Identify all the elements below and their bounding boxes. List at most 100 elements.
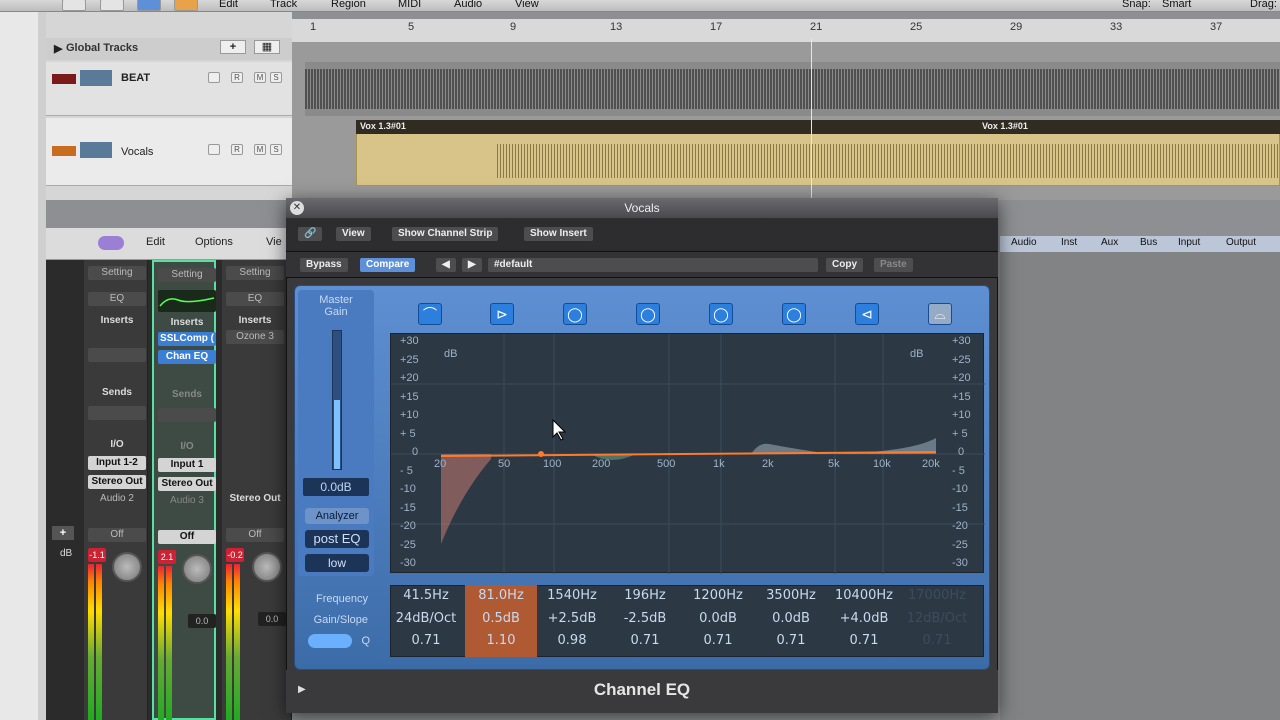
band-q[interactable]: 0.71 <box>682 633 754 648</box>
input-button[interactable]: Input 1 <box>158 458 216 472</box>
lowcut-icon[interactable]: ⌒ <box>418 303 442 325</box>
show-insert-menu[interactable]: Show Insert <box>524 227 593 241</box>
menu-audio[interactable]: Audio <box>454 0 482 10</box>
track-vocals[interactable]: Vocals R M S <box>46 118 292 186</box>
band-q[interactable]: 0.71 <box>609 633 681 648</box>
band-q[interactable]: 0.71 <box>390 633 462 648</box>
eq-button[interactable]: EQ <box>88 292 146 306</box>
pan-knob[interactable] <box>182 554 212 584</box>
preset-menu[interactable]: #default <box>488 258 818 272</box>
bell-icon[interactable]: ◯ <box>563 303 587 325</box>
menu-region[interactable]: Region <box>331 0 366 10</box>
close-icon[interactable]: ✕ <box>290 201 304 215</box>
show-channel-strip-menu[interactable]: Show Channel Strip <box>392 227 499 241</box>
global-tracks-row[interactable]: ▶ Global Tracks + ▦ <box>46 38 292 60</box>
band-gain[interactable]: -2.5dB <box>609 611 681 626</box>
volume-readout[interactable]: 0.0 <box>188 614 216 628</box>
disclosure-triangle-icon[interactable]: ▶ <box>54 42 62 55</box>
snap-select[interactable]: Smart <box>1162 0 1191 10</box>
band-8-params[interactable]: 17000Hz 12dB/Oct 0.71 <box>901 585 981 657</box>
band-frequency[interactable]: 17000Hz <box>901 588 973 603</box>
record-enable-icon[interactable] <box>52 146 76 156</box>
insert-slot-channel-eq[interactable]: Chan EQ <box>158 350 216 364</box>
band-q[interactable]: 1.10 <box>465 633 537 648</box>
bell-icon[interactable]: ◯ <box>709 303 733 325</box>
filter-output[interactable]: Output <box>1226 237 1256 248</box>
automation-mode[interactable]: Off <box>158 530 216 544</box>
link-button[interactable] <box>100 0 124 11</box>
power-button[interactable] <box>208 72 220 83</box>
bell-icon[interactable]: ◯ <box>782 303 806 325</box>
filter-input[interactable]: Input <box>1178 237 1200 248</box>
eq-thumbnail[interactable] <box>158 290 216 312</box>
loop-button[interactable] <box>174 0 198 11</box>
channel-strip-audio2[interactable]: Setting EQ Inserts Sends I/O Input 1-2 S… <box>84 260 148 720</box>
filter-inst[interactable]: Inst <box>1061 237 1077 248</box>
band-frequency[interactable]: 196Hz <box>609 588 681 603</box>
record-enable-icon[interactable] <box>52 74 76 84</box>
band-q[interactable]: 0.98 <box>536 633 608 648</box>
mute-button[interactable]: M <box>254 72 266 83</box>
menu-midi[interactable]: MIDI <box>398 0 421 10</box>
highshelf-icon[interactable]: ⊲ <box>855 303 879 325</box>
bar-ruler[interactable]: 1 5 9 13 17 21 25 29 33 37 <box>292 19 1280 43</box>
previous-preset-icon[interactable]: ◀ <box>436 258 456 272</box>
master-gain-value[interactable]: 0.0dB <box>303 478 369 496</box>
band-q[interactable]: 0.71 <box>901 633 973 648</box>
insert-slot[interactable] <box>88 348 146 362</box>
solo-button[interactable]: S <box>270 144 282 155</box>
track-beat[interactable]: BEAT R M S <box>46 62 292 116</box>
band-gain[interactable]: 24dB/Oct <box>390 611 462 626</box>
automation-mode[interactable]: Off <box>88 528 146 542</box>
playhead[interactable] <box>811 38 812 198</box>
eq-graph[interactable] <box>390 333 985 574</box>
mixer-menu-options[interactable]: Options <box>195 236 233 248</box>
band-3-params[interactable]: 1540Hz +2.5dB 0.98 <box>536 585 608 657</box>
bypass-button[interactable]: Bypass <box>300 258 348 272</box>
output-button[interactable]: Stereo Out <box>88 475 146 489</box>
mute-button[interactable]: M <box>254 144 266 155</box>
vox-region-header[interactable]: Vox 1.3#01 Vox 1.3#01 <box>356 120 1280 134</box>
link-button[interactable] <box>98 236 124 250</box>
channel-strip-audio3[interactable]: Setting Inserts SSLComp ( Chan EQ Sends … <box>152 260 216 720</box>
band-gain[interactable]: 0.0dB <box>755 611 827 626</box>
input-button[interactable]: Input 1-2 <box>88 456 146 470</box>
analyzer-button[interactable]: Analyzer <box>305 508 369 524</box>
record-button[interactable]: R <box>231 72 243 83</box>
band-gain[interactable]: +4.0dB <box>828 611 900 626</box>
setting-button[interactable]: Setting <box>226 266 284 280</box>
band-4-params[interactable]: 196Hz -2.5dB 0.71 <box>609 585 681 657</box>
track-name[interactable]: BEAT <box>121 72 150 84</box>
channel-strip-stereo-out[interactable]: Setting EQ Inserts Ozone 3 Stereo Out Of… <box>222 260 292 720</box>
menu-view[interactable]: View <box>515 0 539 10</box>
copy-button[interactable]: Copy <box>826 258 863 272</box>
add-strip-button[interactable]: + <box>52 526 74 540</box>
menu-edit[interactable]: Edit <box>219 0 238 10</box>
band-7-params[interactable]: 10400Hz +4.0dB 0.71 <box>828 585 900 657</box>
band-q[interactable]: 0.71 <box>755 633 827 648</box>
pan-knob[interactable] <box>112 552 142 582</box>
insert-slot-sslcomp[interactable]: SSLComp ( <box>158 332 216 346</box>
menu-track[interactable]: Track <box>270 0 297 10</box>
volume-readout[interactable]: 0.0 <box>258 612 286 626</box>
record-button[interactable]: R <box>231 144 243 155</box>
next-preset-icon[interactable]: ▶ <box>462 258 482 272</box>
band-frequency[interactable]: 1200Hz <box>682 588 754 603</box>
band-frequency[interactable]: 3500Hz <box>755 588 827 603</box>
lowshelf-icon[interactable]: ⊳ <box>490 303 514 325</box>
scissors-tool-button[interactable] <box>62 0 86 11</box>
setting-button[interactable]: Setting <box>88 266 146 280</box>
mixer-menu-view[interactable]: Vie <box>266 236 282 248</box>
insert-slot-ozone[interactable]: Ozone 3 <box>226 330 284 344</box>
catch-button[interactable] <box>137 0 161 11</box>
output-button[interactable]: Stereo Out <box>158 477 216 491</box>
band-gain[interactable]: 0.0dB <box>682 611 754 626</box>
band-frequency[interactable]: 81.0Hz <box>465 588 537 603</box>
filter-bus[interactable]: Bus <box>1140 237 1157 248</box>
add-track-button[interactable]: + <box>220 40 246 54</box>
band-q[interactable]: 0.71 <box>828 633 900 648</box>
automation-mode[interactable]: Off <box>226 528 284 542</box>
filter-audio[interactable]: Audio <box>1011 237 1037 248</box>
band-frequency[interactable]: 1540Hz <box>536 588 608 603</box>
track-name[interactable]: Vocals <box>121 146 153 158</box>
